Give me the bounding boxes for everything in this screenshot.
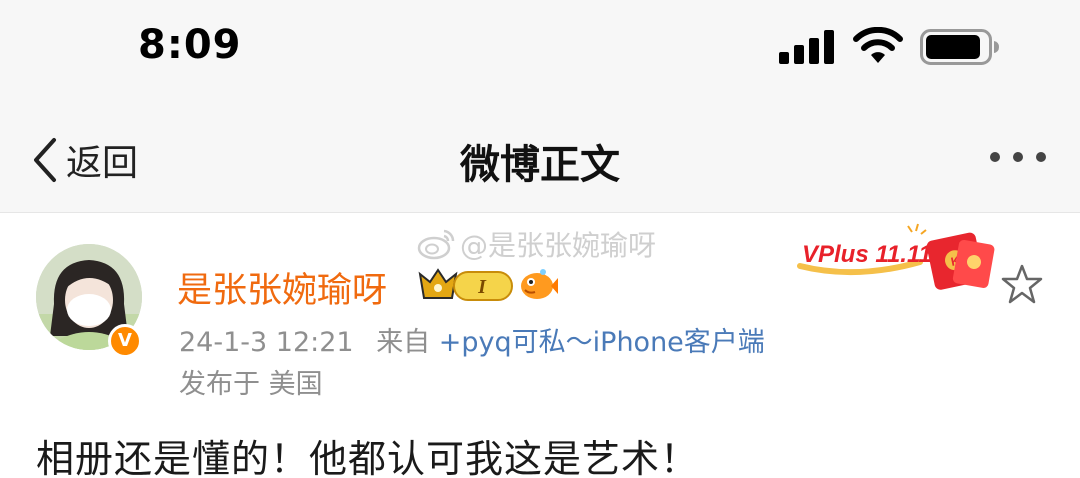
- more-dots-icon[interactable]: [988, 150, 1048, 164]
- header-divider: [0, 212, 1080, 213]
- source-prefix: 来自: [376, 327, 431, 358]
- vplus-promo-icon[interactable]: VPlus 11.11 K: [796, 222, 996, 294]
- post-meta: 24-1-3 12:21 来自 +pyq可私～iPhone客户端: [179, 320, 765, 359]
- source-client-link[interactable]: +pyq可私～iPhone客户端: [439, 327, 765, 358]
- post-time: 24-1-3 12:21: [179, 327, 354, 358]
- verified-v-icon: V: [108, 324, 142, 358]
- status-time: 8:09: [138, 22, 242, 68]
- post-content: 相册还是懂的！他都认可我这是艺术！: [36, 437, 700, 478]
- svg-text:I: I: [477, 276, 487, 298]
- fish-badge-icon[interactable]: [519, 266, 559, 302]
- member-crown-badge-icon[interactable]: I: [418, 264, 516, 304]
- author-name[interactable]: 是张张婉瑜呀: [177, 262, 387, 313]
- post-region: 发布于 美国: [179, 369, 323, 400]
- svg-text:VPlus 11.11: VPlus 11.11: [802, 241, 932, 268]
- wifi-icon: [853, 27, 903, 63]
- star-icon[interactable]: [1000, 262, 1044, 306]
- weibo-watermark: @是张张婉瑜呀: [416, 224, 656, 264]
- page-title: 微博正文: [460, 142, 620, 188]
- watermark-text: @是张张婉瑜呀: [460, 229, 657, 262]
- cellular-signal-icon: [779, 30, 834, 64]
- weibo-logo-icon: [417, 229, 455, 260]
- battery-icon: [920, 29, 999, 65]
